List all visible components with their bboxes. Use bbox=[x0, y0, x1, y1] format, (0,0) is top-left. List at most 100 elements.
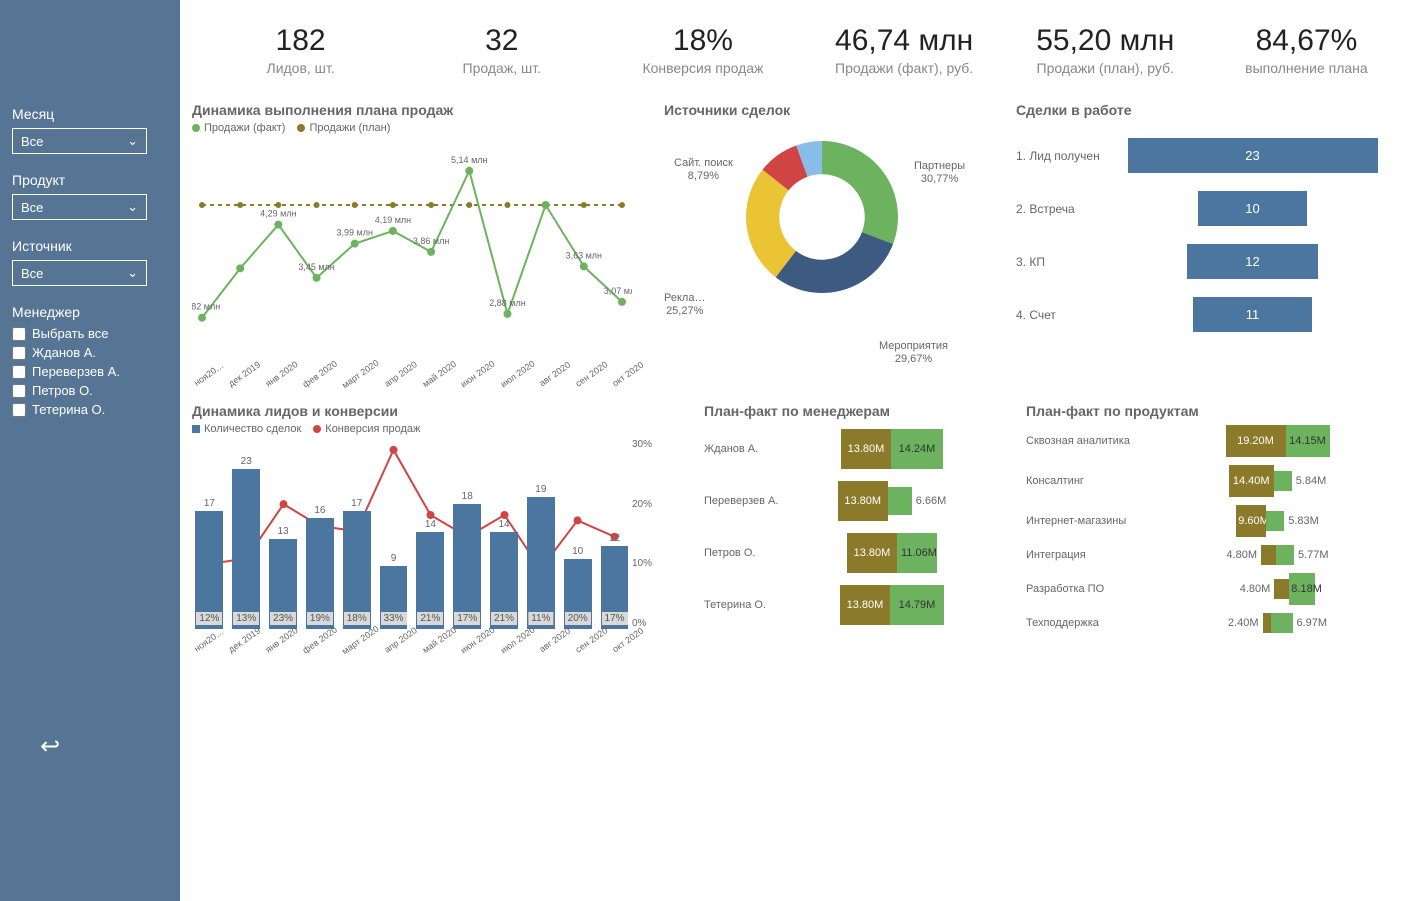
card-title: Сделки в работе bbox=[1016, 102, 1399, 118]
fact-bar: 14.24M bbox=[891, 429, 943, 469]
legend-conv: Конверсия продаж bbox=[325, 423, 420, 435]
kpi-value: 55,20 млн bbox=[1005, 24, 1206, 58]
kpi-value: 182 bbox=[200, 24, 401, 58]
checkbox-input[interactable] bbox=[12, 384, 26, 398]
bar-column: 10 20% bbox=[560, 546, 595, 629]
svg-text:3,45 млн: 3,45 млн bbox=[298, 262, 334, 272]
y2-tick: 10% bbox=[632, 558, 668, 569]
bar-pct: 33% bbox=[381, 612, 407, 625]
bar-value: 19 bbox=[535, 484, 546, 495]
filter-source-select[interactable]: Все ⌄ bbox=[12, 260, 147, 286]
bar-pct: 17% bbox=[454, 612, 480, 625]
card-title: План-факт по продуктам bbox=[1026, 403, 1399, 419]
y2-tick: 30% bbox=[632, 439, 668, 450]
plan-bar: 14.40M bbox=[1229, 465, 1274, 497]
bar-column: 2313% bbox=[229, 456, 264, 629]
filter-source-value: Все bbox=[21, 266, 43, 281]
bar: 23% bbox=[269, 539, 297, 629]
kpi-row: 182Лидов, шт.32Продаж, шт.18%Конверсия п… bbox=[180, 0, 1427, 94]
funnel-label: 1. Лид получен bbox=[1016, 149, 1106, 163]
svg-text:4,19 млн: 4,19 млн bbox=[375, 215, 411, 225]
row-label: Консалтинг bbox=[1026, 475, 1156, 487]
card-pipeline: Сделки в работе 1. Лид получен232. Встре… bbox=[1004, 94, 1411, 383]
manager-checkbox[interactable]: Выбрать все bbox=[12, 326, 168, 341]
kpi-label: выполнение плана bbox=[1206, 60, 1407, 76]
bar-value: 23 bbox=[241, 456, 252, 467]
bar-column: 19 11% bbox=[523, 484, 558, 629]
manager-checkbox[interactable]: Жданов А. bbox=[12, 345, 168, 360]
funnel-row: 2. Встреча10 bbox=[1016, 191, 1399, 226]
bar: 19% bbox=[306, 518, 334, 629]
bar: 12% bbox=[195, 511, 223, 629]
card-by-product: План-факт по продуктам Сквозная аналитик… bbox=[1014, 395, 1411, 649]
kpi: 84,67%выполнение плана bbox=[1206, 24, 1407, 76]
kpi: 32Продаж, шт. bbox=[401, 24, 602, 76]
checkbox-input[interactable] bbox=[12, 403, 26, 417]
bar: 18% bbox=[343, 511, 371, 629]
bar-pct: 18% bbox=[344, 612, 370, 625]
manager-row: Переверзев А. 13.80M 6.66M bbox=[704, 481, 990, 521]
plan-bar: 9.60M bbox=[1236, 505, 1266, 537]
donut-label: Рекла…25,27% bbox=[664, 292, 705, 318]
y2-tick: 20% bbox=[632, 499, 668, 510]
svg-text:2,82 млн: 2,82 млн bbox=[192, 302, 220, 312]
funnel-label: 2. Встреча bbox=[1016, 202, 1106, 216]
chevron-down-icon: ⌄ bbox=[127, 133, 138, 149]
bar-value: 12 bbox=[609, 533, 620, 544]
manager-row: Тетерина О. 13.80M 14.79M bbox=[704, 585, 990, 625]
filter-month-label: Месяц bbox=[12, 106, 168, 122]
filter-product-label: Продукт bbox=[12, 172, 168, 188]
checkbox-input[interactable] bbox=[12, 346, 26, 360]
manager-row: Жданов А. 13.80M 14.24M bbox=[704, 429, 990, 469]
bar-pct: 20% bbox=[565, 612, 591, 625]
bar: 21% bbox=[490, 532, 518, 629]
main: 182Лидов, шт.32Продаж, шт.18%Конверсия п… bbox=[180, 0, 1427, 901]
bar-pct: 11% bbox=[528, 612, 553, 625]
product-row: Техподдержка 2.40M 6.97M bbox=[1026, 613, 1399, 633]
back-icon[interactable]: ↩ bbox=[40, 732, 60, 761]
product-row: Сквозная аналитика 19.20M 14.15M bbox=[1026, 425, 1399, 457]
product-row: Консалтинг 14.40M 5.84M bbox=[1026, 465, 1399, 497]
bar-value: 10 bbox=[572, 546, 583, 557]
svg-text:3,63 млн: 3,63 млн bbox=[566, 250, 602, 260]
bar-column: 933% bbox=[376, 553, 411, 629]
manager-checkbox[interactable]: Петров О. bbox=[12, 383, 168, 398]
filter-product-value: Все bbox=[21, 200, 43, 215]
bar: 20% bbox=[564, 559, 592, 629]
row-label: Сквозная аналитика bbox=[1026, 435, 1156, 447]
filter-month-select[interactable]: Все ⌄ bbox=[12, 128, 147, 154]
bar-value: 14 bbox=[425, 519, 436, 530]
bar-column: 18 17% bbox=[450, 491, 485, 629]
checkbox-input[interactable] bbox=[12, 365, 26, 379]
bar: 21% bbox=[416, 532, 444, 629]
sources-donut: Сайт. поиск8,79%Партнеры30,77%Рекла…25,2… bbox=[664, 122, 980, 372]
bar-pct: 12% bbox=[196, 612, 222, 625]
chevron-down-icon: ⌄ bbox=[127, 265, 138, 281]
legend-plan: Продажи (план) bbox=[309, 122, 390, 134]
checkbox-input[interactable] bbox=[12, 327, 26, 341]
row-label: Интеграция bbox=[1026, 549, 1156, 561]
row-label: Разработка ПО bbox=[1026, 583, 1156, 595]
kpi-label: Продажи (факт), руб. bbox=[804, 60, 1005, 76]
fact-bar: 11.06M bbox=[897, 533, 937, 573]
fact-bar bbox=[1276, 545, 1294, 565]
kpi: 18%Конверсия продаж bbox=[602, 24, 803, 76]
row-label: Тетерина О. bbox=[704, 599, 794, 611]
svg-text:5,14 млн: 5,14 млн bbox=[451, 155, 487, 165]
manager-row: Петров О. 13.80M 11.06M bbox=[704, 533, 990, 573]
product-row: Интеграция 4.80M 5.77M bbox=[1026, 545, 1399, 565]
fact-bar bbox=[888, 487, 912, 515]
plan-dynamics-chart: 2,82 млн4,29 млн3,45 млн3,99 млн4,19 млн… bbox=[192, 138, 632, 368]
bar-pct: 21% bbox=[491, 612, 517, 625]
card-title: Динамика выполнения плана продаж bbox=[192, 102, 628, 118]
donut-label: Мероприятия29,67% bbox=[879, 340, 948, 366]
row-label: Техподдержка bbox=[1026, 617, 1156, 629]
bar-value: 18 bbox=[462, 491, 473, 502]
filter-product-select[interactable]: Все ⌄ bbox=[12, 194, 147, 220]
filter-manager: Менеджер Выбрать всеЖданов А.Переверзев … bbox=[12, 304, 168, 417]
manager-checkbox[interactable]: Тетерина О. bbox=[12, 402, 168, 417]
fact-bar bbox=[1266, 511, 1284, 531]
bar: 17% bbox=[453, 504, 481, 629]
bar-pct: 21% bbox=[417, 612, 443, 625]
manager-checkbox[interactable]: Переверзев А. bbox=[12, 364, 168, 379]
